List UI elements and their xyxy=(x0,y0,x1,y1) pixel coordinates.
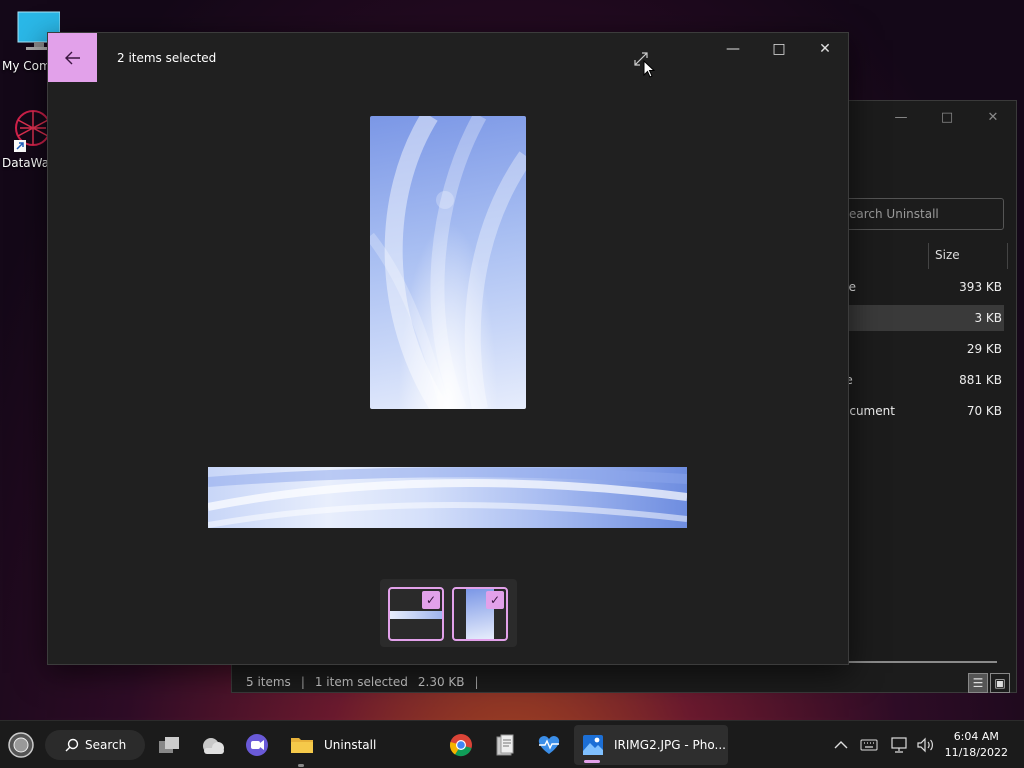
thumbnail-strip: ✓ ✓ xyxy=(380,579,517,647)
chrome-icon xyxy=(449,734,472,757)
close-button[interactable]: ✕ xyxy=(802,33,848,65)
taskbar-task-view[interactable] xyxy=(152,721,186,768)
clock-date: 11/18/2022 xyxy=(944,746,1008,759)
task-view-icon xyxy=(159,737,179,753)
photos-window: 2 items selected — □ ✕ ✓ ✓ xyxy=(47,32,849,665)
taskbar-chrome[interactable] xyxy=(444,721,478,768)
folder-icon xyxy=(291,738,313,753)
status-bar: 5 items | 1 item selected 2.30 KB | xyxy=(246,675,479,689)
file-size: 3 KB xyxy=(974,311,1002,325)
checkmark-icon[interactable]: ✓ xyxy=(486,591,504,609)
view-toggle: ☰ ▣ xyxy=(968,673,1010,693)
taskbar-explorer-label: Uninstall xyxy=(324,738,377,752)
file-type: ocument xyxy=(842,404,895,418)
heart-pulse-icon xyxy=(538,735,560,754)
window-title: 2 items selected xyxy=(117,51,217,65)
photos-window-controls: — □ ✕ xyxy=(710,33,848,65)
status-item-count: 5 items xyxy=(246,675,291,689)
start-button[interactable] xyxy=(4,721,38,768)
explorer-window-controls: — □ ✕ xyxy=(878,101,1016,133)
file-size: 29 KB xyxy=(966,342,1002,356)
mouse-cursor-icon xyxy=(643,60,655,78)
arrow-left-icon xyxy=(64,51,80,64)
status-size: 2.30 KB xyxy=(417,675,465,689)
taskbar-file-explorer[interactable]: Uninstall xyxy=(284,721,384,768)
tiles-view-icon[interactable]: ▣ xyxy=(990,673,1010,693)
tray-keyboard[interactable] xyxy=(858,721,880,768)
tray-overflow-button[interactable] xyxy=(830,721,852,768)
tray-volume[interactable] xyxy=(914,721,936,768)
column-header-size[interactable]: Size xyxy=(928,243,1008,269)
photo-preview-wide[interactable] xyxy=(208,467,687,528)
file-size: 393 KB xyxy=(959,280,1002,294)
file-row[interactable]: e 29 KB xyxy=(842,336,1004,362)
running-indicator xyxy=(298,764,304,767)
minimize-button[interactable]: — xyxy=(710,33,756,65)
thumbnail-image xyxy=(390,611,442,619)
tray-network[interactable] xyxy=(888,721,910,768)
clock-time: 6:04 AM xyxy=(953,730,999,743)
checkmark-icon[interactable]: ✓ xyxy=(422,591,440,609)
taskbar: Search Uninstall IRIMG2.JPG - Pho... 6:0… xyxy=(0,720,1024,768)
taskbar-search-label: Search xyxy=(85,738,127,752)
active-indicator xyxy=(584,760,600,763)
status-separator: | xyxy=(300,675,305,689)
full-screen-button[interactable] xyxy=(621,43,661,75)
chat-icon xyxy=(246,734,268,756)
cloud-icon xyxy=(203,738,224,754)
taskbar-app-health[interactable] xyxy=(532,721,566,768)
thumbnail-wide[interactable]: ✓ xyxy=(388,587,444,641)
file-row-selected[interactable]: e 3 KB xyxy=(842,305,1004,331)
taskbar-app-clipboard[interactable] xyxy=(488,721,522,768)
taskbar-chat[interactable] xyxy=(240,721,274,768)
maximize-button[interactable]: □ xyxy=(756,33,802,65)
file-row[interactable]: ile 393 KB xyxy=(842,274,1004,300)
photo-wave-pattern xyxy=(208,467,687,528)
photo-swirl-pattern xyxy=(370,116,526,409)
taskbar-photos[interactable]: IRIMG2.JPG - Pho... xyxy=(574,725,728,765)
taskbar-photos-label: IRIMG2.JPG - Pho... xyxy=(614,738,726,752)
start-orb-icon xyxy=(8,732,34,758)
taskbar-clock[interactable]: 6:04 AM 11/18/2022 xyxy=(945,729,1008,761)
photo-preview-tall[interactable] xyxy=(370,116,526,409)
back-button[interactable] xyxy=(48,33,97,82)
thumbnail-tall[interactable]: ✓ xyxy=(452,587,508,641)
file-size: 70 KB xyxy=(966,404,1002,418)
minimize-button[interactable]: — xyxy=(878,101,924,133)
speaker-icon xyxy=(917,737,933,753)
file-row[interactable]: ocument 70 KB xyxy=(842,398,1004,424)
file-row[interactable]: le 881 KB xyxy=(842,367,1004,393)
taskbar-search-button[interactable]: Search xyxy=(45,730,145,760)
search-icon xyxy=(65,738,79,752)
search-input[interactable]: earch Uninstall xyxy=(838,198,1004,230)
file-size: 881 KB xyxy=(959,373,1002,387)
network-icon xyxy=(891,737,907,753)
photos-icon xyxy=(583,735,603,755)
taskbar-weather[interactable] xyxy=(196,721,230,768)
details-view-icon[interactable]: ☰ xyxy=(968,673,988,693)
close-button[interactable]: ✕ xyxy=(970,101,1016,133)
clipboard-icon xyxy=(496,734,514,756)
chevron-up-icon xyxy=(834,741,848,749)
maximize-button[interactable]: □ xyxy=(924,101,970,133)
horizontal-scrollbar[interactable] xyxy=(849,661,997,663)
status-separator: | xyxy=(474,675,479,689)
desktop-icon-label: My Com xyxy=(2,59,51,73)
status-selected: 1 item selected xyxy=(314,675,408,689)
keyboard-icon xyxy=(860,739,878,751)
